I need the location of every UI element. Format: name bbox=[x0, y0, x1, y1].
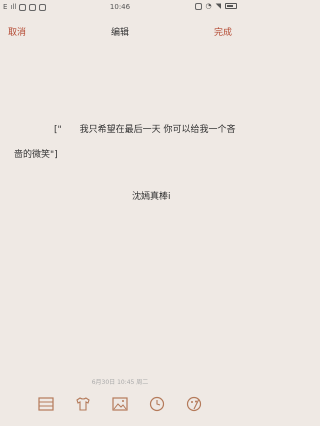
image-icon[interactable] bbox=[110, 394, 130, 414]
vibrate-icon bbox=[194, 2, 202, 10]
note-signature[interactable]: 沈嫣真棒i bbox=[132, 189, 171, 202]
done-button[interactable]: 完成 bbox=[214, 25, 232, 38]
shirt-icon[interactable] bbox=[73, 394, 93, 414]
palette-icon[interactable] bbox=[184, 394, 204, 414]
status-bar: E ıll 10:46 ◔ ◥ bbox=[0, 0, 240, 14]
clock-icon[interactable] bbox=[147, 394, 167, 414]
status-right: ◔ ◥ bbox=[194, 2, 237, 10]
list-icon[interactable] bbox=[36, 394, 56, 414]
note-text[interactable]: [" 我只希望在最后一天 你可以给我一个吝啬的微笑"] bbox=[14, 118, 236, 168]
header: 取消 编辑 完成 bbox=[0, 18, 240, 44]
page-title: 编辑 bbox=[110, 28, 129, 38]
note-date: 6月30日 10:45 周二 bbox=[91, 379, 149, 386]
bottom-toolbar bbox=[0, 394, 240, 420]
wifi-icon: ◥ bbox=[215, 2, 221, 10]
battery-icon bbox=[225, 3, 237, 9]
alarm-icon: ◔ bbox=[205, 2, 212, 10]
